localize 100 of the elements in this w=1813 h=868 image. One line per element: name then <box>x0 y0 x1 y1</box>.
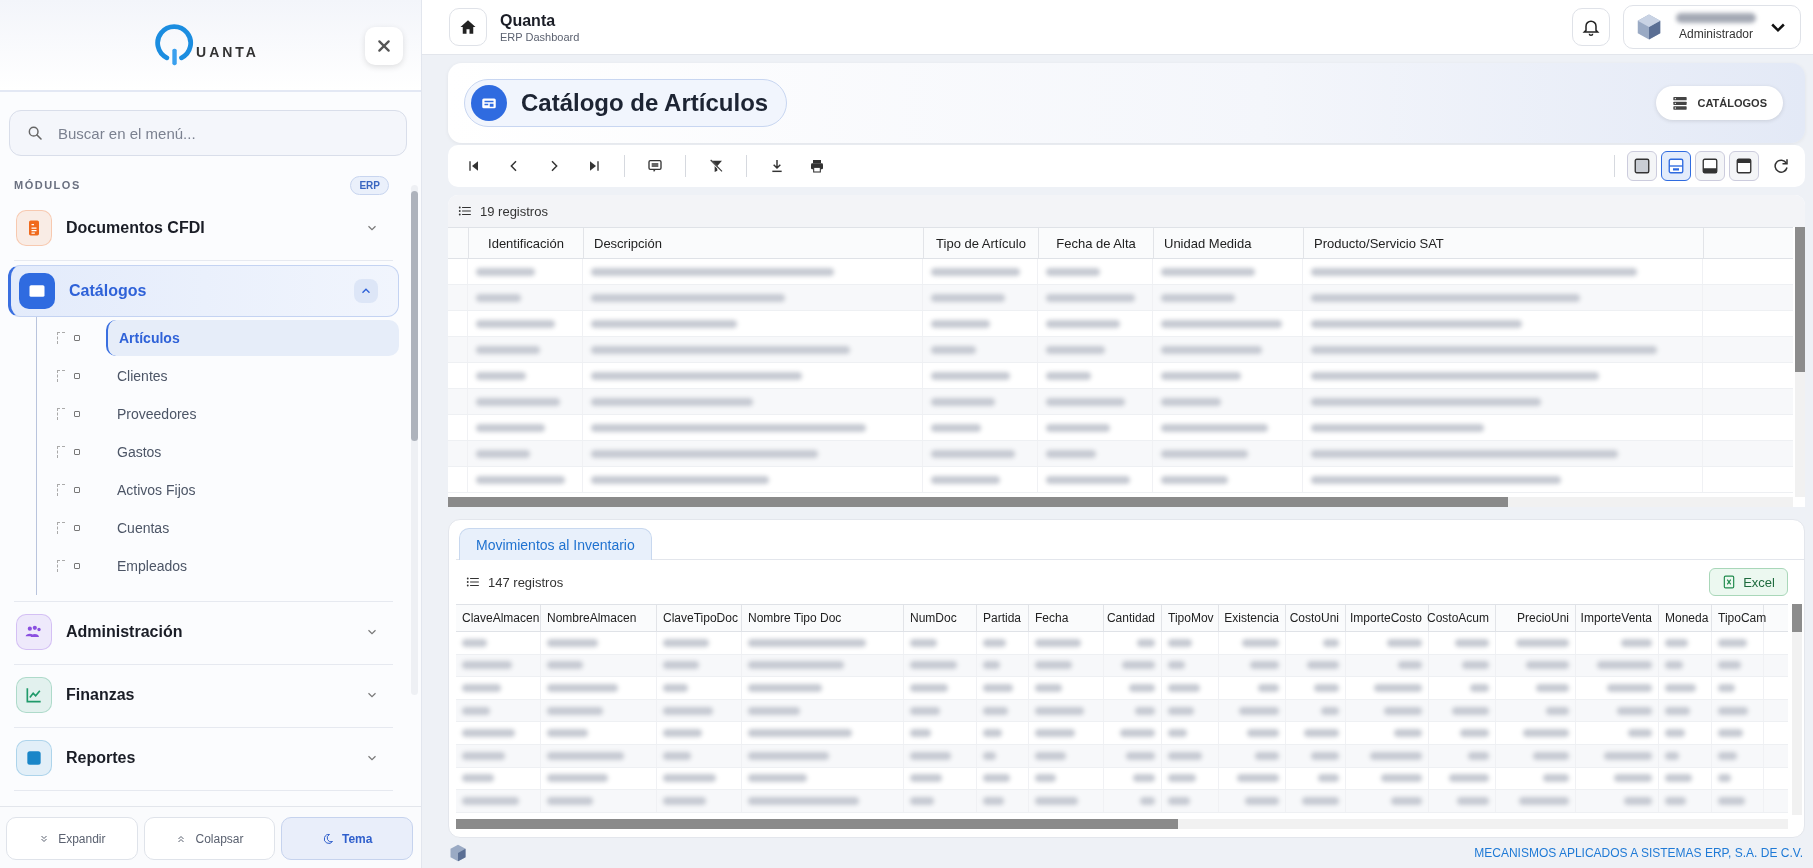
blurred-text <box>1384 706 1422 715</box>
column-header[interactable]: NombreAlmacen <box>541 605 657 631</box>
menu-item[interactable]: Catálogos <box>8 265 399 317</box>
blurred-text <box>1665 684 1696 692</box>
blurred-text <box>1519 796 1569 805</box>
tab[interactable]: Movimientos al Inventario <box>459 528 652 560</box>
blurred-text <box>1718 638 1747 647</box>
column-header[interactable]: Unidad Medida <box>1154 228 1304 258</box>
catalogs-button[interactable]: CATÁLOGOS <box>1655 86 1783 120</box>
blurred-text <box>1374 684 1422 692</box>
scrollbar[interactable] <box>456 819 1788 829</box>
blurred-text <box>1168 751 1202 760</box>
column-header[interactable]: TipoMov <box>1162 605 1219 631</box>
sidebar-button[interactable]: Expandir <box>6 817 138 860</box>
submenu-item[interactable]: Cuentas <box>106 510 399 546</box>
spreadsheet-icon <box>1722 575 1737 589</box>
blurred-text <box>1168 774 1196 783</box>
bullet-icon <box>74 411 80 417</box>
column-header[interactable]: Existencia <box>1219 605 1286 631</box>
submenu-item[interactable]: Gastos <box>106 434 399 470</box>
submenu-item[interactable]: Clientes <box>106 358 399 394</box>
bullet-icon <box>74 449 80 455</box>
company-link[interactable]: MECANISMOS APLICADOS A SISTEMAS ERP, S.A. DE C.V. <box>1474 846 1803 860</box>
menu-item[interactable]: Documentos CFDI <box>8 202 399 254</box>
column-header[interactable]: Identificación <box>469 228 584 258</box>
blurred-text <box>547 796 593 805</box>
blurred-text <box>1250 661 1279 670</box>
search-field[interactable]: Buscar en el menú... <box>9 110 407 156</box>
sidebar-button[interactable]: Colapsar <box>143 817 276 860</box>
column-header[interactable]: Moneda <box>1659 605 1712 631</box>
blurred-text <box>663 684 688 692</box>
column-header[interactable]: ClaveAlmacen <box>456 605 541 631</box>
blurred-text <box>1468 751 1489 760</box>
list-icon <box>458 204 472 218</box>
menu-item[interactable]: Reportes <box>8 732 399 784</box>
blurred-text <box>1526 661 1569 670</box>
column-header[interactable]: Nombre Tipo Doc <box>742 605 904 631</box>
record-count: 19 registros <box>480 203 548 219</box>
blurred-text <box>983 729 1002 738</box>
column-header[interactable]: Descripción <box>584 228 924 258</box>
column-header[interactable]: TipoCam <box>1712 605 1764 631</box>
close-button[interactable] <box>365 27 403 65</box>
blurred-text <box>1321 706 1339 715</box>
blurred-text <box>931 475 1000 484</box>
blurred-text <box>1718 729 1743 738</box>
blurred-text <box>1449 774 1489 783</box>
user-menu-button[interactable]: Administrador <box>1623 5 1801 49</box>
excel-button[interactable]: Excel <box>1709 568 1788 596</box>
column-header[interactable]: Fecha <box>1029 605 1104 631</box>
blurred-text <box>1533 751 1569 760</box>
blurred-text <box>1161 397 1221 406</box>
blurred-text <box>462 796 519 805</box>
column-header[interactable]: ImporteVenta <box>1576 605 1659 631</box>
bullet-icon <box>74 563 80 569</box>
column-header[interactable]: Partida <box>977 605 1029 631</box>
submenu-item[interactable]: Activos Fijos <box>106 472 399 508</box>
blurred-text <box>1617 706 1652 715</box>
blurred-text <box>462 706 490 715</box>
scrollbar[interactable] <box>1795 227 1805 497</box>
blurred-text <box>983 684 1013 692</box>
section-label: MÓDULOS <box>14 179 81 191</box>
blurred-text <box>1035 774 1056 783</box>
submenu-item[interactable]: Artículos <box>106 320 399 356</box>
column-header[interactable]: Tipo de Artículo <box>924 228 1039 258</box>
column-header[interactable]: Fecha de Alta <box>1039 228 1154 258</box>
blurred-text <box>1311 751 1339 760</box>
scrollbar[interactable] <box>1792 604 1802 815</box>
tree-connector <box>57 522 65 534</box>
blurred-text <box>1665 796 1686 805</box>
notifications-button[interactable] <box>1572 8 1610 46</box>
menu-item[interactable]: Administración <box>8 606 399 658</box>
scrollbar[interactable] <box>448 497 1793 507</box>
column-header[interactable]: PrecioUni <box>1496 605 1576 631</box>
list-icon <box>466 575 480 589</box>
sidebar-button[interactable]: Tema <box>281 817 413 860</box>
blurred-text <box>462 774 494 783</box>
page-title: Catálogo de Artículos <box>521 89 769 117</box>
submenu-item[interactable]: Proveedores <box>106 396 399 432</box>
blurred-text <box>910 638 937 647</box>
column-header[interactable]: Cantidad <box>1104 605 1162 631</box>
column-header[interactable]: ClaveTipoDoc <box>657 605 742 631</box>
split-panel-icon <box>1667 157 1685 175</box>
column-header[interactable]: CostoAcum <box>1429 605 1496 631</box>
scrollbar[interactable] <box>411 185 418 695</box>
blurred-text <box>1046 423 1110 432</box>
menu-item[interactable]: Finanzas <box>8 669 399 721</box>
column-header[interactable]: Producto/Servicio SAT <box>1304 228 1704 258</box>
search-icon <box>27 125 43 141</box>
home-button[interactable] <box>449 8 487 46</box>
blurred-text <box>1718 796 1745 805</box>
blurred-text <box>1718 661 1741 670</box>
column-header[interactable]: NumDoc <box>904 605 977 631</box>
column-header[interactable]: CostoUni <box>1286 605 1346 631</box>
bottom-panel-icon <box>1701 157 1719 175</box>
submenu-item[interactable]: Empleados <box>106 548 399 584</box>
blurred-text <box>1168 638 1192 647</box>
blurred-text <box>476 423 545 432</box>
logo-text: UANTA <box>196 44 259 60</box>
app-subtitle: ERP Dashboard <box>500 30 580 43</box>
blurred-text <box>1624 796 1652 805</box>
